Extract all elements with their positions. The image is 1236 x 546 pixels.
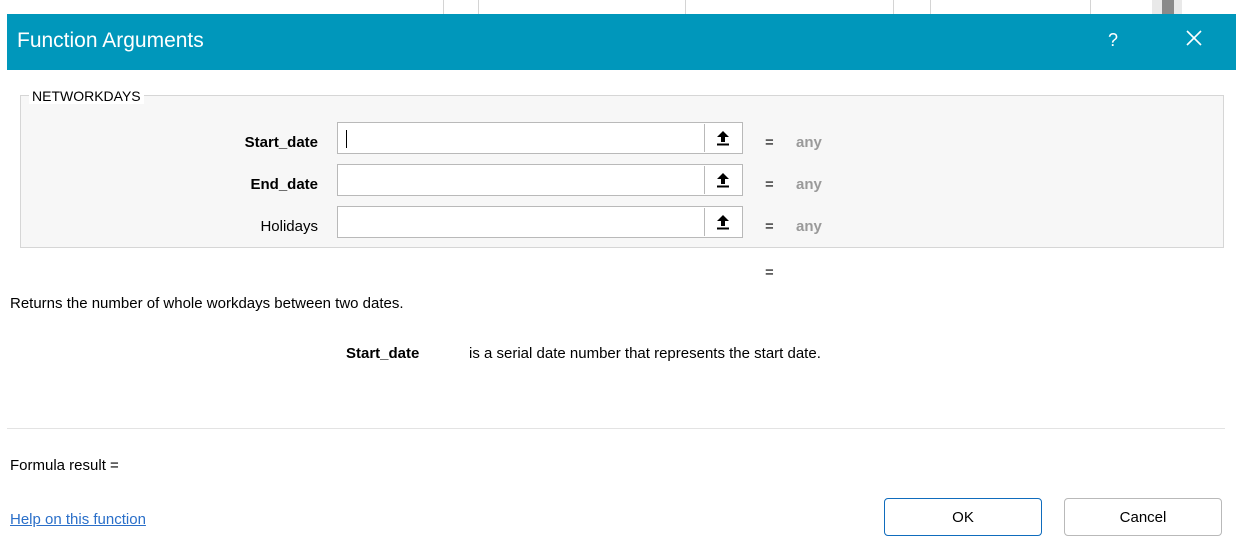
arg-label-end-date: End_date [250, 176, 318, 193]
formula-result: Formula result = [10, 457, 119, 474]
upload-arrow-icon [717, 173, 729, 188]
param-help-text: is a serial date number that represents … [469, 345, 821, 362]
ok-button[interactable]: OK [884, 498, 1042, 536]
divider [7, 428, 1225, 429]
function-name: NETWORKDAYS [29, 88, 144, 104]
start-date-collapse-button[interactable] [704, 124, 741, 152]
help-on-function-link[interactable]: Help on this function [10, 511, 146, 528]
end-date-collapse-button[interactable] [704, 166, 741, 194]
function-result-equals: = [765, 264, 774, 281]
spreadsheet-background [0, 0, 1236, 14]
sheet-column-divider [893, 0, 894, 14]
cancel-button[interactable]: Cancel [1064, 498, 1222, 536]
holidays-input[interactable] [344, 211, 708, 235]
start-date-result: any [796, 134, 822, 151]
start-date-input[interactable] [344, 127, 708, 151]
sheet-scrollbar[interactable] [1152, 0, 1182, 14]
dialog-title: Function Arguments [17, 29, 204, 52]
param-help-name: Start_date [346, 345, 420, 362]
function-arguments-dialog: Function Arguments ? NETWORKDAYS Start_d… [7, 14, 1236, 546]
help-icon[interactable]: ? [1108, 30, 1118, 51]
end-date-result: any [796, 176, 822, 193]
end-date-input[interactable] [344, 169, 708, 193]
end-date-equals: = [765, 176, 774, 193]
sheet-column-divider [478, 0, 479, 14]
start-date-equals: = [765, 134, 774, 151]
sheet-column-divider [930, 0, 931, 14]
sheet-column-divider [1090, 0, 1091, 14]
upload-arrow-icon [717, 131, 729, 146]
text-caret [346, 130, 347, 148]
holidays-field[interactable] [337, 206, 743, 238]
upload-arrow-icon [717, 215, 729, 230]
holidays-collapse-button[interactable] [704, 208, 741, 236]
arg-label-start-date: Start_date [244, 134, 318, 151]
sheet-column-divider [685, 0, 686, 14]
scrollbar-thumb[interactable] [1162, 0, 1174, 14]
end-date-field[interactable] [337, 164, 743, 196]
function-description: Returns the number of whole workdays bet… [10, 295, 404, 312]
start-date-field[interactable] [337, 122, 743, 154]
dialog-titlebar: Function Arguments ? [7, 14, 1236, 70]
holidays-result: any [796, 218, 822, 235]
holidays-equals: = [765, 218, 774, 235]
close-icon[interactable] [1182, 26, 1206, 50]
arg-label-holidays: Holidays [260, 218, 318, 235]
sheet-column-divider [443, 0, 444, 14]
